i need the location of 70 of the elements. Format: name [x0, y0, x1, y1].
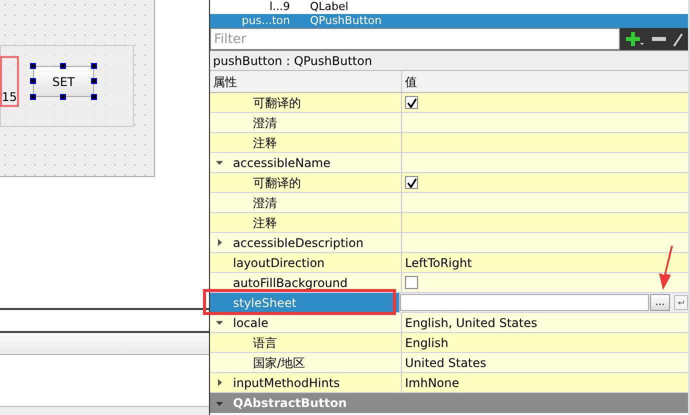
- property-value-cell[interactable]: [402, 193, 688, 212]
- property-name: autoFillBackground: [233, 274, 348, 292]
- property-name: 澄清: [253, 114, 277, 132]
- property-name-cell[interactable]: 可翻译的: [210, 173, 402, 192]
- collapse-arrow-icon[interactable]: [215, 238, 224, 247]
- filter-field[interactable]: Filter: [210, 28, 620, 50]
- property-name: 注释: [253, 214, 277, 232]
- property-name: accessibleName: [233, 154, 331, 172]
- column-header[interactable]: 值: [402, 71, 688, 92]
- property-name: 语言: [253, 334, 277, 352]
- property-value-cell[interactable]: [402, 213, 688, 232]
- property-name: 澄清: [253, 194, 277, 212]
- property-value-cell[interactable]: [402, 273, 688, 292]
- property-name-cell[interactable]: 注释: [210, 133, 402, 152]
- property-value-cell[interactable]: [402, 233, 688, 252]
- property-value-cell[interactable]: English: [402, 333, 688, 352]
- property-name-cell[interactable]: 澄清: [210, 113, 402, 132]
- property-value-cell[interactable]: [402, 173, 688, 192]
- object-row[interactable]: pus...ton QPushButton: [210, 14, 688, 28]
- property-name: 注释: [253, 134, 277, 152]
- property-value-cell[interactable]: [402, 153, 688, 172]
- property-name-cell[interactable]: accessibleName: [210, 153, 402, 172]
- property-value-cell[interactable]: [402, 133, 688, 152]
- property-value-cell[interactable]: [402, 113, 688, 132]
- property-name: accessibleDescription: [233, 234, 364, 252]
- selection-handles-drawing: [30, 63, 97, 100]
- property-name: layoutDirection: [233, 254, 325, 272]
- property-name-cell[interactable]: 可翻译的: [210, 93, 402, 112]
- checkbox[interactable]: [405, 176, 418, 189]
- property-name-cell[interactable]: 注释: [210, 213, 402, 232]
- property-value: LeftToRight: [405, 254, 472, 272]
- property-name: inputMethodHints: [233, 374, 340, 392]
- property-value: English: [405, 334, 448, 352]
- property-name-cell[interactable]: 国家/地区: [210, 353, 402, 372]
- push-button[interactable]: SET: [33, 66, 94, 97]
- property-value-cell[interactable]: ...: [400, 293, 688, 312]
- property-name-cell[interactable]: locale: [210, 313, 402, 332]
- collapse-arrow-icon[interactable]: [215, 378, 224, 387]
- property-value-cell[interactable]: United States: [402, 353, 688, 372]
- pencil-icon[interactable]: [673, 31, 683, 47]
- browse-button[interactable]: ...: [650, 294, 670, 311]
- property-name-cell[interactable]: styleSheet: [210, 293, 400, 312]
- property-name: 可翻译的: [253, 174, 301, 192]
- checkbox[interactable]: [405, 276, 418, 289]
- stylesheet-field[interactable]: [400, 294, 649, 311]
- checkbox[interactable]: [405, 96, 418, 109]
- reset-icon[interactable]: [674, 295, 688, 310]
- property-name: locale: [233, 314, 268, 332]
- property-name-cell[interactable]: layoutDirection: [210, 253, 402, 272]
- property-value-cell[interactable]: [402, 93, 688, 112]
- property-value: United States: [405, 354, 486, 372]
- property-value: English, United States: [405, 314, 538, 332]
- add-icon[interactable]: [625, 31, 645, 47]
- property-name-cell[interactable]: inputMethodHints: [210, 373, 402, 392]
- property-name-cell[interactable]: accessibleDescription: [210, 233, 402, 252]
- property-value-cell[interactable]: LeftToRight: [402, 253, 688, 272]
- property-value-cell[interactable]: English, United States: [402, 313, 688, 332]
- column-header[interactable]: 属性: [210, 71, 402, 92]
- property-name: 可翻译的: [253, 94, 301, 112]
- property-value: ImhNone: [405, 374, 460, 392]
- property-value-cell[interactable]: ImhNone: [402, 373, 688, 392]
- spin-box-value: 15: [2, 91, 17, 103]
- expand-arrow-icon[interactable]: [215, 158, 224, 167]
- object-title: pushButton : QPushButton: [210, 51, 688, 71]
- spin-box[interactable]: 15: [0, 56, 19, 107]
- property-name: styleSheet: [233, 294, 296, 312]
- property-name-cell[interactable]: 澄清: [210, 193, 402, 212]
- property-name: 国家/地区: [253, 354, 306, 372]
- expand-arrow-icon[interactable]: [215, 318, 224, 327]
- property-name-cell[interactable]: 语言: [210, 333, 402, 352]
